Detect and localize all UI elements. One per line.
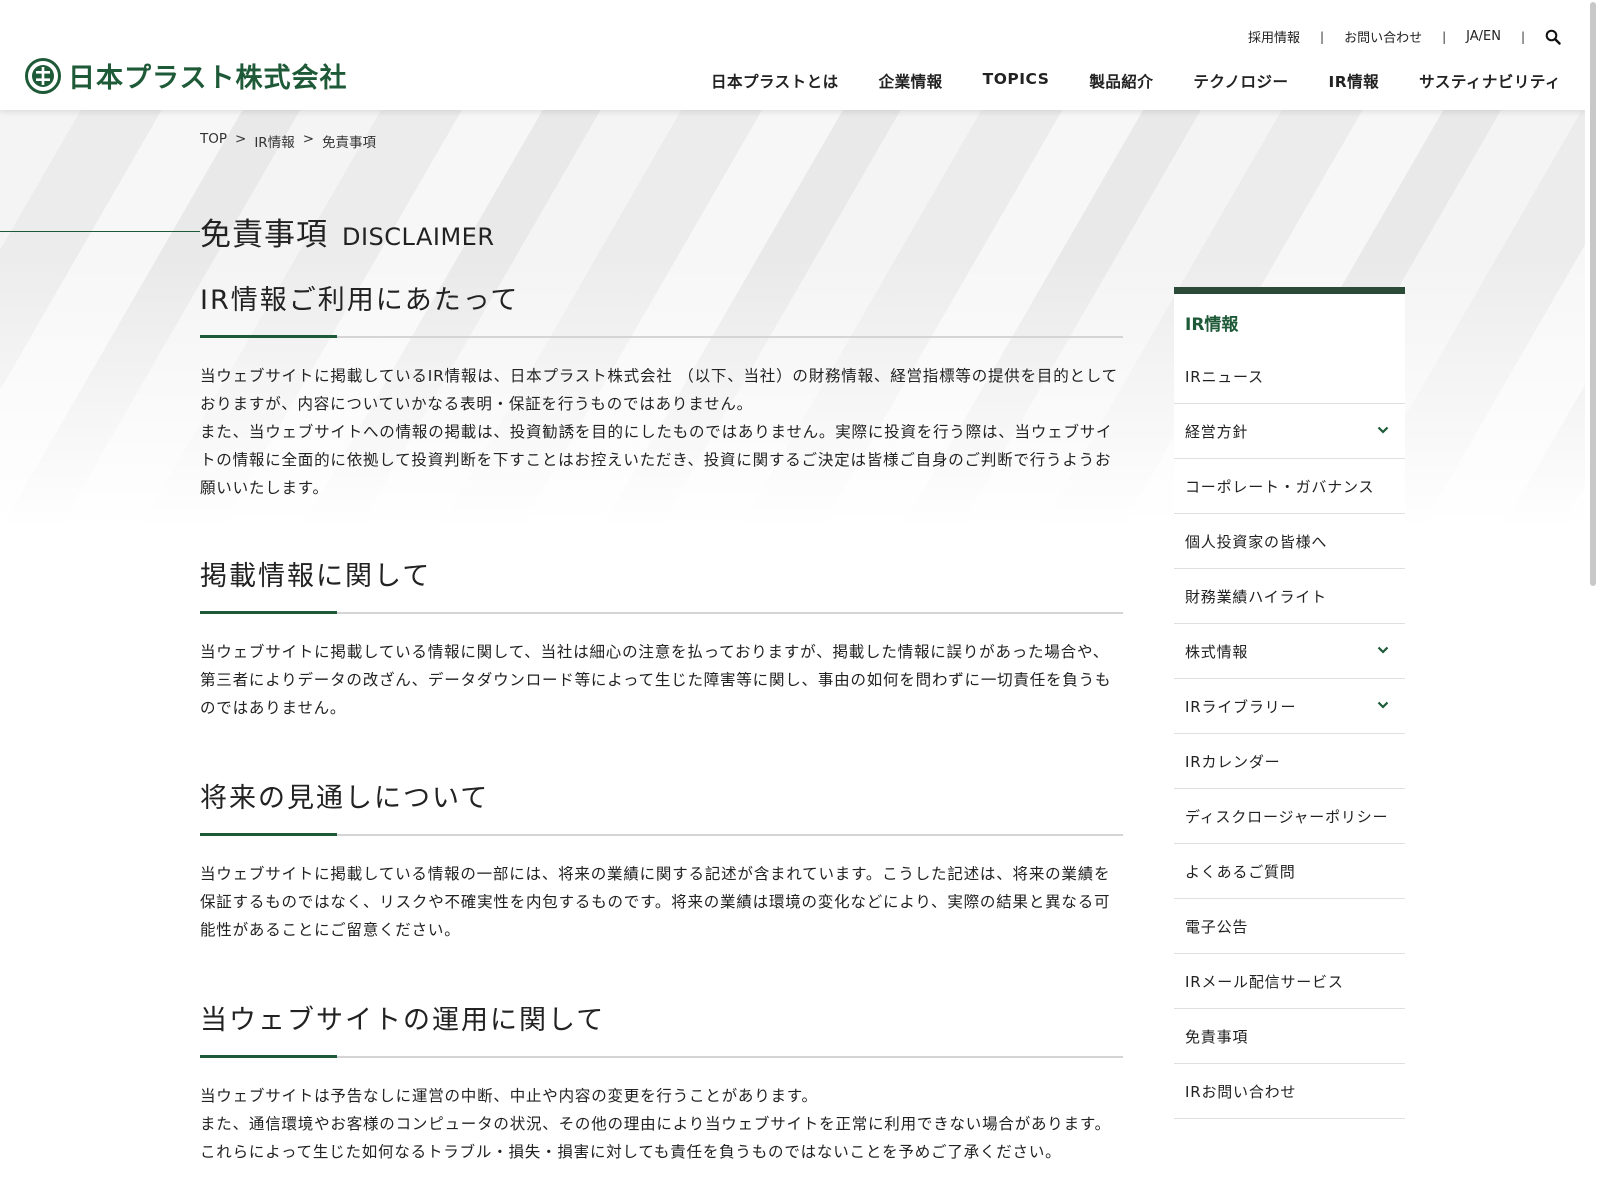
page-scrollbar[interactable] [1585, 0, 1600, 1200]
nav-item-technology[interactable]: テクノロジー [1193, 70, 1288, 92]
util-separator: | [1520, 29, 1525, 44]
page-title-en: DISCLAIMER [342, 223, 495, 251]
global-nav: 日本プラストとは 企業情報 TOPICS 製品紹介 テクノロジー IR情報 サス… [711, 70, 1561, 92]
util-link-language[interactable]: JA/EN [1466, 29, 1501, 44]
sidebar-title[interactable]: IR情報 [1174, 294, 1405, 349]
sidebar-item-e-notice[interactable]: 電子公告 [1174, 899, 1405, 954]
nav-item-about[interactable]: 日本プラストとは [711, 70, 839, 92]
sidebar-item-label: よくあるご質問 [1185, 862, 1296, 881]
chevron-down-icon[interactable] [1377, 701, 1389, 709]
sidebar-item-ir-news[interactable]: IRニュース [1174, 349, 1405, 404]
breadcrumb-item-current: 免責事項 [322, 135, 377, 151]
sidebar-item-stock-info[interactable]: 株式情報 [1174, 624, 1405, 679]
paragraph-text: 当ウェブサイトは予告なしに運営の中断、中止や内容の変更を行うことがあります。 [200, 1087, 818, 1105]
ir-sidebar-nav: IR情報 IRニュース 経営方針 コーポレート・ガバナンス 個人投資家の皆様へ … [1174, 287, 1405, 1119]
section-posted-info: 掲載情報に関して 当ウェブサイトに掲載している情報に関して、当社は細心の注意を払… [200, 554, 1123, 722]
paragraph-text: 当ウェブサイトに掲載しているIR情報は、日本プラスト株式会社 （以下、当社）の財… [200, 367, 1118, 413]
paragraph-text: また、通信環境やお客様のコンピュータの状況、その他の理由により当ウェブサイトを正… [200, 1115, 1111, 1161]
sidebar-item-disclaimer[interactable]: 免責事項 [1174, 1009, 1405, 1064]
site-header: 日本プラスト株式会社 採用情報 | お問い合わせ | JA/EN | 日本プラス… [0, 0, 1585, 110]
section-heading: 掲載情報に関して [200, 554, 1123, 614]
sidebar-item-faq[interactable]: よくあるご質問 [1174, 844, 1405, 899]
sidebar-item-financial-highlights[interactable]: 財務業績ハイライト [1174, 569, 1405, 624]
section-heading: 将来の見通しについて [200, 776, 1123, 836]
section-forward-looking: 将来の見通しについて 当ウェブサイトに掲載している情報の一部には、将来の業績に関… [200, 776, 1123, 944]
section-heading: 当ウェブサイトの運用に関して [200, 998, 1123, 1058]
nav-item-sustainability[interactable]: サスティナビリティ [1419, 70, 1561, 92]
chevron-down-icon[interactable] [1377, 646, 1389, 654]
util-link-contact[interactable]: お問い合わせ [1344, 27, 1422, 46]
sidebar-item-label: コーポレート・ガバナンス [1185, 477, 1375, 496]
section-ir-usage: IR情報ご利用にあたって 当ウェブサイトに掲載しているIR情報は、日本プラスト株… [200, 278, 1123, 502]
breadcrumb: TOP > IR情報 > 免責事項 [200, 131, 376, 151]
breadcrumb-separator: > [235, 131, 247, 147]
paragraph-text: また、当ウェブサイトへの情報の掲載は、投資勧誘を目的にしたものではありません。実… [200, 423, 1113, 497]
breadcrumb-separator: > [302, 131, 315, 147]
section-paragraph: 当ウェブサイトに掲載している情報の一部には、将来の業績に関する記述が含まれていま… [200, 865, 1111, 939]
sidebar-item-individual-investors[interactable]: 個人投資家の皆様へ [1174, 514, 1405, 569]
section-paragraph: 当ウェブサイトに掲載しているIR情報は、日本プラスト株式会社 （以下、当社）の財… [200, 362, 1123, 502]
sidebar-item-ir-contact[interactable]: IRお問い合わせ [1174, 1064, 1405, 1119]
nav-item-products[interactable]: 製品紹介 [1089, 70, 1153, 92]
sidebar-item-corporate-governance[interactable]: コーポレート・ガバナンス [1174, 459, 1405, 514]
sidebar-item-label: ディスクロージャーポリシー [1185, 807, 1389, 826]
section-site-operation: 当ウェブサイトの運用に関して 当ウェブサイトは予告なしに運営の中断、中止や内容の… [200, 998, 1123, 1166]
section-paragraph: 当ウェブサイトは予告なしに運営の中断、中止や内容の変更を行うことがあります。 ま… [200, 1082, 1123, 1166]
company-logo[interactable]: 日本プラスト株式会社 [25, 56, 347, 95]
sidebar-item-label: IRメール配信サービス [1185, 972, 1344, 991]
sidebar-item-disclosure-policy[interactable]: ディスクロージャーポリシー [1174, 789, 1405, 844]
sidebar-item-label: 株式情報 [1185, 642, 1249, 661]
breadcrumb-item-top[interactable]: TOP [200, 131, 227, 151]
company-logo-mark-icon [25, 57, 61, 94]
chevron-down-icon[interactable] [1377, 426, 1389, 434]
sidebar-item-label: 個人投資家の皆様へ [1185, 532, 1328, 551]
sidebar-item-label: IRニュース [1185, 367, 1264, 386]
sidebar-item-label: IRライブラリー [1185, 697, 1297, 716]
sidebar-item-label: 経営方針 [1185, 422, 1249, 441]
breadcrumb-item-ir[interactable]: IR情報 [254, 131, 294, 151]
sidebar-item-label: IRお問い合わせ [1185, 1082, 1297, 1101]
page-title-accent-line [0, 231, 200, 232]
scrollbar-thumb[interactable] [1590, 2, 1596, 586]
section-paragraph: 当ウェブサイトに掲載している情報に関して、当社は細心の注意を払っておりますが、掲… [200, 643, 1112, 717]
sidebar-item-label: 電子公告 [1185, 917, 1249, 936]
sidebar-item-ir-mail-service[interactable]: IRメール配信サービス [1174, 954, 1405, 1009]
sidebar-item-label: 免責事項 [1185, 1027, 1249, 1046]
section-heading: IR情報ご利用にあたって [200, 278, 1123, 338]
sidebar-item-ir-library[interactable]: IRライブラリー [1174, 679, 1405, 734]
util-separator: | [1442, 29, 1447, 44]
company-logo-text: 日本プラスト株式会社 [68, 63, 348, 94]
page-title-jp: 免責事項 [200, 217, 328, 253]
sidebar-item-label: IRカレンダー [1185, 752, 1281, 771]
nav-item-topics[interactable]: TOPICS [983, 70, 1050, 92]
util-separator: | [1320, 29, 1325, 44]
sidebar-item-label: 財務業績ハイライト [1185, 587, 1327, 606]
utility-nav: 採用情報 | お問い合わせ | JA/EN | [1248, 27, 1561, 46]
sidebar-item-ir-calendar[interactable]: IRカレンダー [1174, 734, 1405, 789]
nav-item-ir[interactable]: IR情報 [1328, 70, 1379, 92]
page-title: 免責事項 DISCLAIMER [200, 209, 495, 254]
sidebar-item-management-policy[interactable]: 経営方針 [1174, 404, 1405, 459]
search-icon[interactable] [1545, 29, 1561, 45]
nav-item-company[interactable]: 企業情報 [879, 70, 943, 92]
util-link-recruit[interactable]: 採用情報 [1248, 27, 1300, 46]
